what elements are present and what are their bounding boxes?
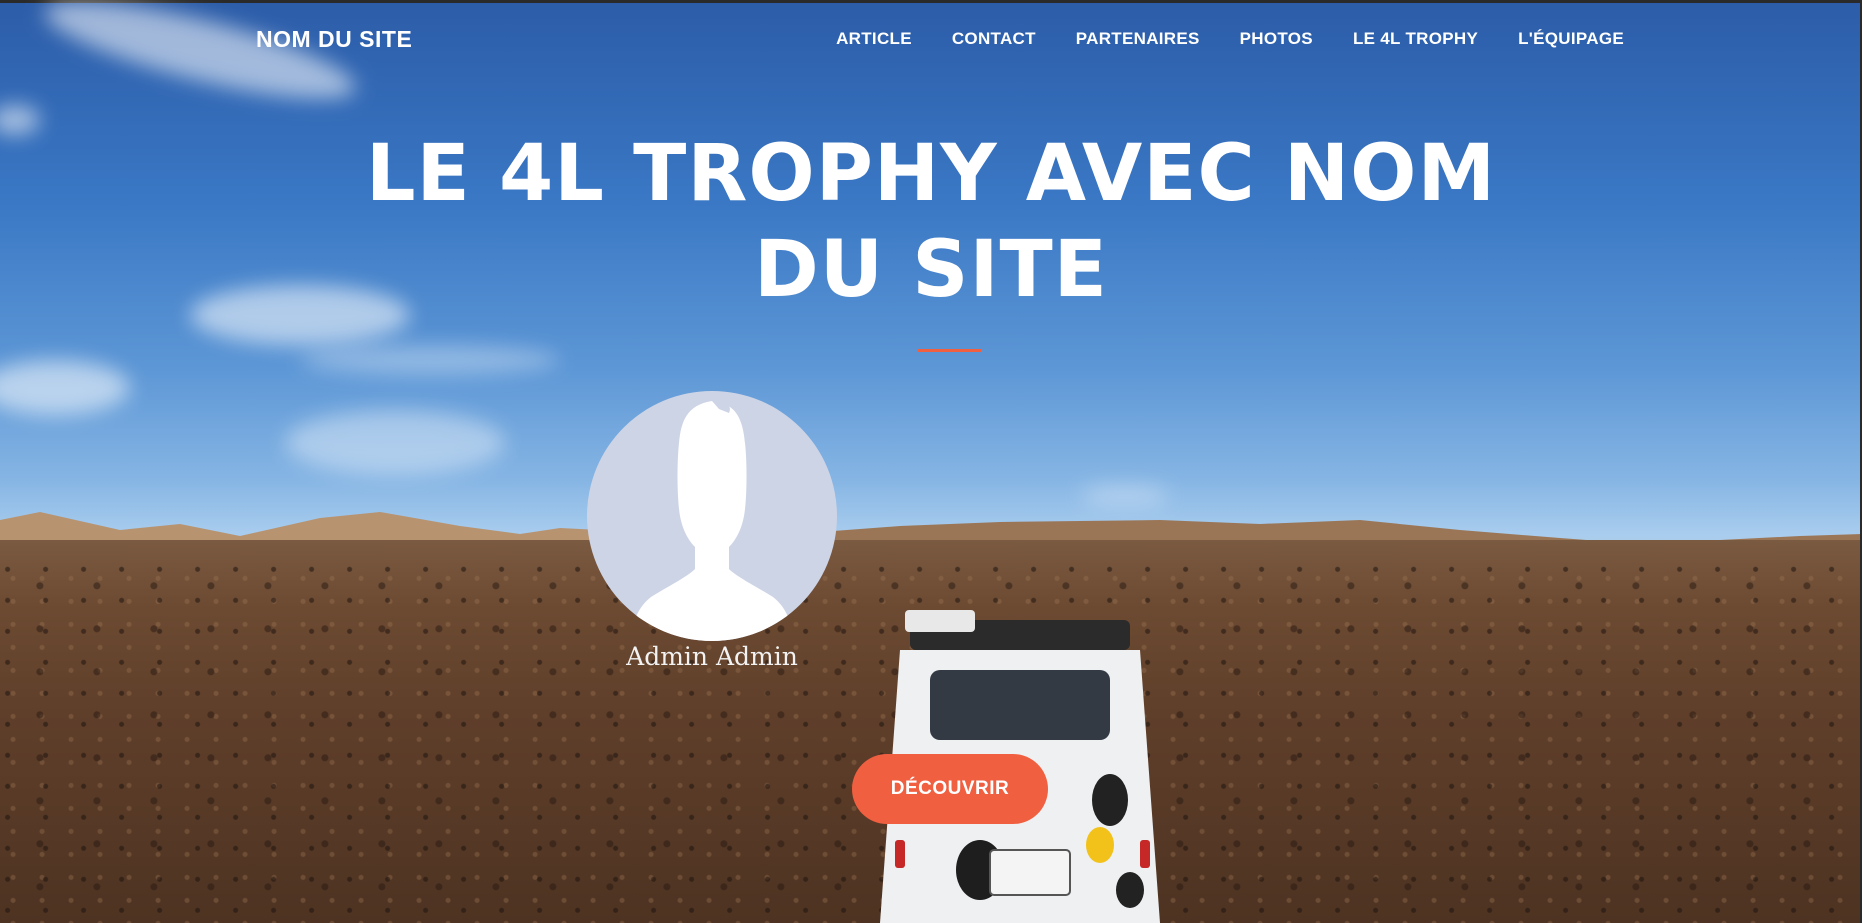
menu-item-partenaires: PARTENAIRES <box>1076 29 1200 49</box>
menu-item-article: ARTICLE <box>836 29 912 49</box>
default-user-silhouette-icon <box>633 400 791 641</box>
menu-link-partenaires[interactable]: PARTENAIRES <box>1076 29 1200 48</box>
cloud <box>300 345 560 375</box>
menu-link-4l-trophy[interactable]: LE 4L TROPHY <box>1353 29 1478 48</box>
author-name: Admin Admin <box>626 642 798 671</box>
cloud <box>285 410 505 475</box>
menu-item-contact: CONTACT <box>952 29 1036 49</box>
menu-link-photos[interactable]: PHOTOS <box>1240 29 1313 48</box>
menu-link-contact[interactable]: CONTACT <box>952 29 1036 48</box>
author-avatar <box>587 391 837 641</box>
menu-link-article[interactable]: ARTICLE <box>836 29 912 48</box>
menu-link-equipage[interactable]: L'ÉQUIPAGE <box>1518 29 1624 48</box>
menu-item-equipage: L'ÉQUIPAGE <box>1518 29 1624 49</box>
top-navbar: NOM DU SITE ARTICLE CONTACT PARTENAIRES … <box>0 0 1862 80</box>
hero-title: LE 4L TROPHY AVEC NOM DU SITE <box>365 129 1497 315</box>
main-menu: ARTICLE CONTACT PARTENAIRES PHOTOS LE 4L… <box>836 29 1624 49</box>
menu-item-4l-trophy: LE 4L TROPHY <box>1353 29 1478 49</box>
discover-button[interactable]: DÉCOUVRIR <box>852 754 1048 824</box>
menu-item-photos: PHOTOS <box>1240 29 1313 49</box>
cloud <box>0 360 130 415</box>
cloud <box>0 105 40 135</box>
brand-link[interactable]: NOM DU SITE <box>256 26 412 53</box>
title-divider <box>918 349 981 352</box>
